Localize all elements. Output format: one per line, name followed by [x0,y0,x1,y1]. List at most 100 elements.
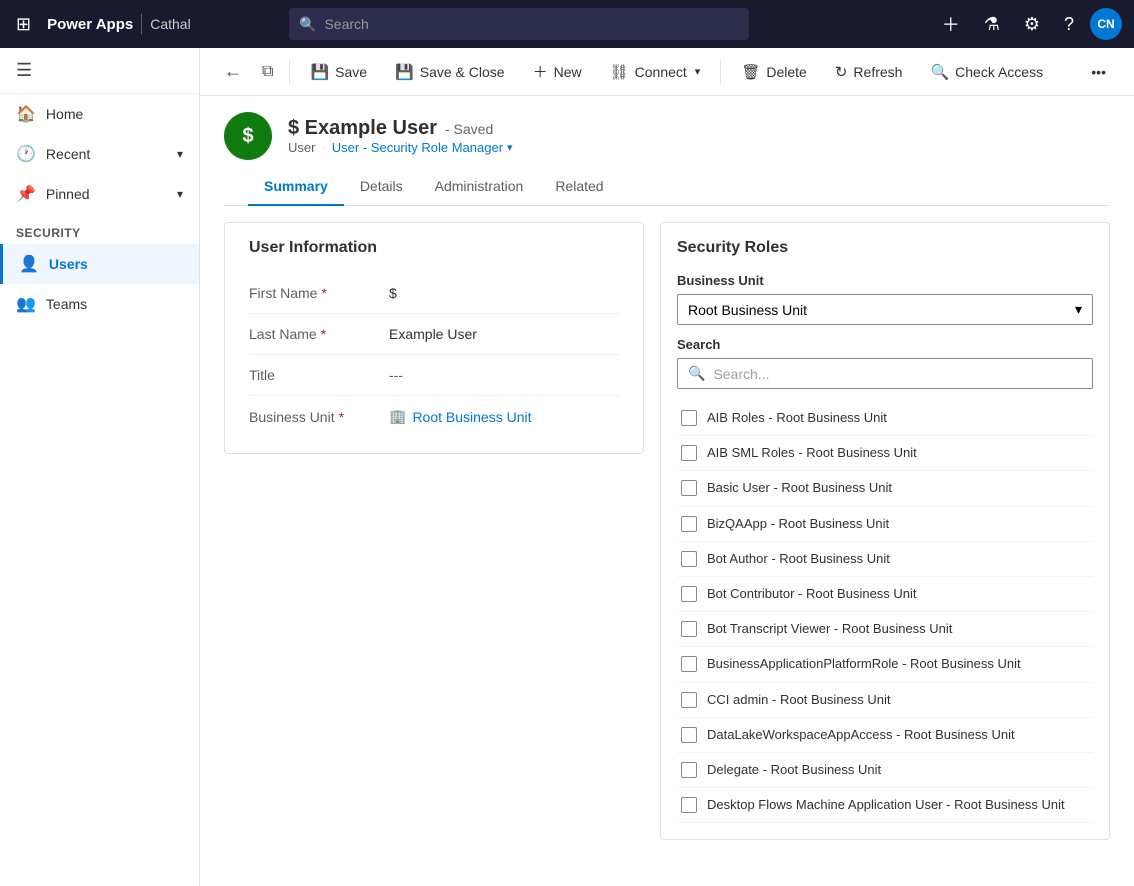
tab-summary[interactable]: Summary [248,168,344,206]
check-access-label: Check Access [955,64,1043,80]
check-access-button[interactable]: 🔍 Check Access [918,57,1055,87]
field-label-last-name: Last Name* [249,326,389,342]
connect-chevron-icon: ▾ [695,65,701,78]
refresh-icon: ↻ [835,63,848,81]
restore-button[interactable]: ⧉ [254,59,281,85]
save-button[interactable]: 💾 Save [298,57,379,87]
role-checkbox[interactable] [681,410,697,426]
more-button[interactable]: ••• [1079,58,1118,86]
sidebar-item-teams[interactable]: 👥 Teams [0,284,199,324]
user-context: Cathal [150,16,190,32]
role-checkbox[interactable] [681,551,697,567]
tab-details[interactable]: Details [344,168,419,206]
connect-icon: ⛓ [610,63,629,81]
role-list-item[interactable]: CCI admin - Root Business Unit [677,683,1093,718]
waffle-icon[interactable]: ⊞ [12,10,35,39]
role-name: Delegate - Root Business Unit [707,761,881,779]
settings-icon-btn[interactable]: ⚙ [1016,10,1048,39]
field-first-name: First Name* $ [249,273,619,314]
field-business-unit: Business Unit* 🏢 Root Business Unit [249,396,619,437]
save-close-button[interactable]: 💾 Save & Close [383,57,517,87]
search-icon: 🔍 [299,16,316,33]
business-unit-label: Business Unit [677,273,1093,288]
back-button[interactable]: ← [216,57,250,86]
user-info-title: User Information [249,239,619,257]
business-unit-section: Business Unit Root Business Unit ▾ [677,273,1093,325]
help-icon-btn[interactable]: ? [1056,10,1082,39]
delete-icon: 🗑 [741,63,760,81]
role-list-item[interactable]: AIB Roles - Root Business Unit [677,401,1093,436]
breadcrumb-role-link[interactable]: User - Security Role Manager ▾ [332,140,513,155]
role-list-item[interactable]: BizQAApp - Root Business Unit [677,507,1093,542]
role-name: CCI admin - Root Business Unit [707,691,891,709]
role-list-item[interactable]: Bot Transcript Viewer - Root Business Un… [677,612,1093,647]
user-avatar[interactable]: CN [1090,8,1122,40]
role-list-item[interactable]: AIB SML Roles - Root Business Unit [677,436,1093,471]
role-checkbox[interactable] [681,586,697,602]
search-box[interactable]: 🔍 [677,358,1093,389]
role-checkbox[interactable] [681,480,697,496]
role-checkbox[interactable] [681,797,697,813]
field-label-business-unit: Business Unit* [249,409,389,425]
sidebar-toggle[interactable]: ☰ [0,48,199,94]
business-unit-dropdown[interactable]: Root Business Unit ▾ [677,294,1093,325]
user-avatar-large: $ [224,112,272,160]
roles-list: AIB Roles - Root Business Unit AIB SML Ro… [677,401,1093,823]
refresh-button[interactable]: ↻ Refresh [823,57,915,87]
global-search-box[interactable]: 🔍 [289,8,749,40]
tab-administration[interactable]: Administration [419,168,540,206]
role-list-item[interactable]: DataLakeWorkspaceAppAccess - Root Busine… [677,718,1093,753]
delete-label: Delete [766,64,806,80]
role-list-item[interactable]: Desktop Flows Machine Application User -… [677,788,1093,823]
security-roles-panel: Security Roles Business Unit Root Busine… [660,222,1110,840]
role-checkbox[interactable] [681,656,697,672]
save-close-label: Save & Close [420,64,505,80]
add-icon-btn[interactable]: ＋ [934,7,968,41]
search-label: Search [677,337,1093,352]
new-button[interactable]: ＋ New [521,55,594,88]
role-checkbox[interactable] [681,727,697,743]
page-title-row: $ Example User - Saved [288,117,513,140]
field-value-title: --- [389,367,619,383]
roles-search-input[interactable] [713,366,1082,382]
role-checkbox[interactable] [681,692,697,708]
sidebar-item-pinned[interactable]: 📌 Pinned ▾ [0,174,199,214]
field-value-business-unit[interactable]: 🏢 Root Business Unit [389,408,619,425]
role-list-item[interactable]: Basic User - Root Business Unit [677,471,1093,506]
app-layout: ☰ 🏠 Home 🕐 Recent ▾ 📌 Pinned ▾ Security … [0,48,1134,886]
delete-button[interactable]: 🗑 Delete [729,57,819,87]
role-name: AIB Roles - Root Business Unit [707,409,887,427]
home-icon: 🏠 [16,104,36,124]
teams-icon: 👥 [16,294,36,314]
pin-icon: 📌 [16,184,36,204]
chevron-down-icon: ▾ [177,147,183,161]
tab-related[interactable]: Related [539,168,619,206]
role-list-item[interactable]: BusinessApplicationPlatformRole - Root B… [677,647,1093,682]
sidebar-item-recent[interactable]: 🕐 Recent ▾ [0,134,199,174]
sidebar-item-users[interactable]: 👤 Users [0,244,199,284]
role-list-item[interactable]: Bot Author - Root Business Unit [677,542,1093,577]
sidebar: ☰ 🏠 Home 🕐 Recent ▾ 📌 Pinned ▾ Security … [0,48,200,886]
save-icon: 💾 [310,63,329,81]
breadcrumb: User · User - Security Role Manager ▾ [288,140,513,155]
field-last-name: Last Name* Example User [249,314,619,355]
refresh-label: Refresh [853,64,902,80]
sidebar-item-label: Pinned [46,186,90,202]
role-checkbox[interactable] [681,516,697,532]
role-list-item[interactable]: Delegate - Root Business Unit [677,753,1093,788]
sidebar-item-home[interactable]: 🏠 Home [0,94,199,134]
page-header: $ $ Example User - Saved User · User - S… [200,96,1134,206]
role-checkbox[interactable] [681,621,697,637]
filter-icon-btn[interactable]: ⚗ [976,10,1008,39]
role-checkbox[interactable] [681,762,697,778]
role-checkbox[interactable] [681,445,697,461]
security-roles-title: Security Roles [677,239,1093,257]
connect-button[interactable]: ⛓ Connect ▾ [598,57,713,87]
search-input[interactable] [324,16,739,32]
role-list-item[interactable]: Bot Contributor - Root Business Unit [677,577,1093,612]
cmd-separator-2 [720,60,721,84]
user-icon: 👤 [19,254,39,274]
more-icon: ••• [1091,64,1106,80]
breadcrumb-separator: · [321,140,325,155]
brand-divider [141,14,142,34]
